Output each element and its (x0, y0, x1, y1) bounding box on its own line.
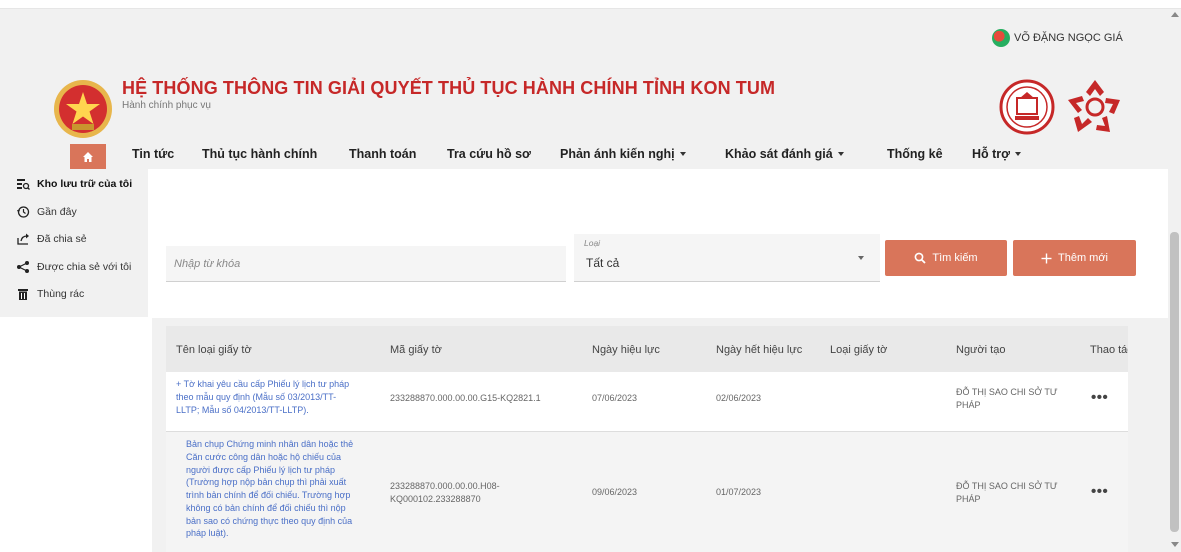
scroll-down-icon[interactable] (1171, 542, 1179, 547)
home-button[interactable] (70, 144, 106, 169)
document-code: 233288870.000.00.00.H08- KQ000102.233288… (390, 481, 500, 504)
table-header: Tên loại giấy tờ Mã giấy tờ Ngày hiệu lự… (166, 326, 1128, 372)
sidebar-item-trash[interactable]: Thùng rác (16, 284, 84, 304)
column-header-actions: Thao tác (1090, 344, 1128, 356)
valid-to: 01/07/2023 (716, 487, 762, 497)
nav-item-support[interactable]: Hỗ trợ (972, 147, 1022, 161)
shared-out-icon (16, 232, 30, 246)
column-header-creator: Người tạo (956, 344, 1006, 356)
column-header-code: Mã giấy tờ (390, 344, 442, 356)
user-menu[interactable]: VÕ ĐẶNG NGỌC GIÁ (992, 28, 1123, 48)
document-code: 233288870.000.00.00.G15-KQ2821.1 (390, 393, 541, 403)
chevron-down-icon (858, 256, 864, 260)
nav-item-statistics[interactable]: Thống kê (887, 147, 943, 161)
sidebar-item-shared[interactable]: Đã chia sẻ (16, 229, 87, 249)
chevron-down-icon (679, 152, 686, 156)
type-select-value: Tất cả (586, 256, 620, 270)
type-select-label: Loại (584, 238, 601, 248)
national-emblem-logo (54, 80, 112, 138)
search-icon (914, 252, 927, 264)
nav-item-lookup[interactable]: Tra cứu hồ sơ (447, 147, 531, 161)
main-navigation: Tin tức Thủ tục hành chính Thanh toán Tr… (0, 142, 1168, 169)
type-select[interactable]: Loại Tất cả (574, 234, 880, 282)
table-row: Bản chụp Chứng minh nhân dân hoặc thẻ Că… (166, 432, 1128, 552)
column-header-valid-to: Ngày hết hiệu lực (716, 344, 803, 356)
nav-item-survey[interactable]: Khảo sát đánh giá (725, 147, 844, 161)
plus-icon (1041, 253, 1052, 263)
sidebar-item-recent[interactable]: Gần đây (16, 202, 77, 222)
trash-icon (16, 287, 30, 301)
nav-item-procedures[interactable]: Thủ tục hành chính (202, 147, 317, 161)
documents-table: Tên loại giấy tờ Mã giấy tờ Ngày hiệu lự… (166, 326, 1128, 552)
scroll-up-icon[interactable] (1171, 12, 1179, 17)
home-icon (83, 151, 93, 162)
column-header-valid-from: Ngày hiệu lực (592, 344, 660, 356)
search-input[interactable] (166, 246, 566, 282)
creator: ĐỖ THỊ SAO CHI SỞ TƯ PHÁP (956, 387, 1058, 410)
search-button[interactable]: Tìm kiếm (885, 240, 1007, 276)
sidebar-item-shared-with-me[interactable]: Được chia sẻ với tôi (16, 257, 131, 277)
column-header-doc-type: Loại giấy tờ (830, 344, 888, 356)
user-name: VÕ ĐẶNG NGỌC GIÁ (1014, 32, 1123, 44)
avatar (992, 29, 1010, 47)
valid-from: 09/06/2023 (592, 487, 638, 497)
history-icon (16, 205, 30, 219)
nav-item-news[interactable]: Tin tức (132, 147, 174, 161)
add-new-button[interactable]: Thêm mới (1013, 240, 1136, 276)
more-actions-icon[interactable]: ••• (1091, 389, 1108, 406)
top-border (0, 0, 1181, 9)
column-header-name: Tên loại giấy tờ (176, 344, 252, 356)
creator: ĐỖ THỊ SAO CHI SỞ TƯ PHÁP (956, 481, 1058, 504)
system-title: HỆ THỐNG THÔNG TIN GIẢI QUYẾT THỦ TỤC HÀ… (122, 78, 776, 98)
nav-item-payment[interactable]: Thanh toán (349, 147, 416, 161)
document-name-link[interactable]: Bản chụp Chứng minh nhân dân hoặc thẻ Că… (186, 438, 386, 540)
chevron-down-icon (1015, 152, 1022, 156)
valid-to: 02/06/2023 (716, 393, 762, 403)
more-actions-icon[interactable]: ••• (1091, 483, 1108, 500)
sidebar: Kho lưu trữ của tôi Gần đây Đã chia sẻ Đ… (0, 169, 148, 317)
service-star-logo (1068, 80, 1120, 132)
system-subtitle: Hành chính phục vụ (122, 100, 211, 111)
table-row: + Tờ khai yêu cầu cấp Phiếu lý lịch tư p… (166, 372, 1128, 432)
scrollbar-thumb[interactable] (1170, 232, 1179, 532)
sidebar-item-my-storage[interactable]: Kho lưu trữ của tôi (16, 174, 132, 194)
document-name-link[interactable]: + Tờ khai yêu cầu cấp Phiếu lý lịch tư p… (176, 378, 381, 416)
nav-item-feedback[interactable]: Phản ánh kiến nghị (560, 147, 686, 161)
storage-search-icon (16, 177, 30, 191)
valid-from: 07/06/2023 (592, 393, 638, 403)
chevron-down-icon (837, 152, 844, 156)
seal-logo (999, 79, 1055, 135)
share-icon (16, 260, 30, 274)
